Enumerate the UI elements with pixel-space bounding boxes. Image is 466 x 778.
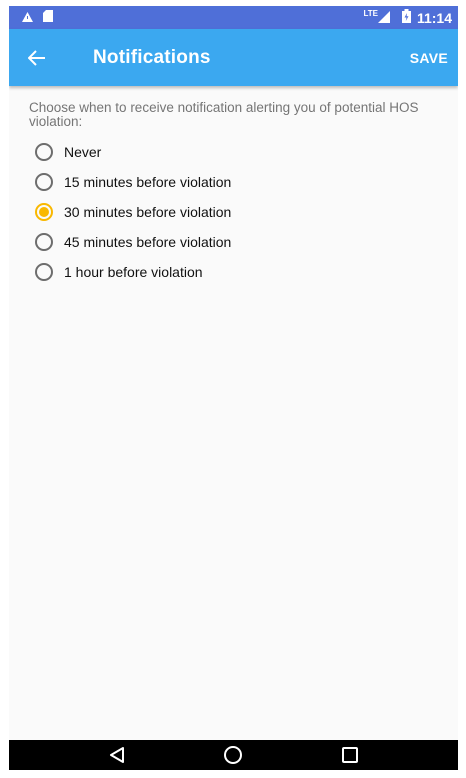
warning-icon xyxy=(22,9,33,27)
status-bar: LTE 11:14 xyxy=(9,6,458,29)
network-type: LTE xyxy=(363,9,378,18)
option-label: 30 minutes before violation xyxy=(64,204,232,220)
option-15-minutes[interactable]: 15 minutes before violation xyxy=(9,167,458,197)
page-title: Notifications xyxy=(93,46,211,68)
recents-square-icon[interactable] xyxy=(335,740,365,770)
signal-icon xyxy=(377,10,390,26)
home-circle-icon[interactable] xyxy=(218,740,248,770)
clock: 11:14 xyxy=(416,9,452,26)
radio-button[interactable] xyxy=(35,203,53,221)
radio-button[interactable] xyxy=(35,143,53,161)
option-label: 15 minutes before violation xyxy=(64,174,232,190)
back-triangle-icon[interactable] xyxy=(102,740,132,770)
option-45-minutes[interactable]: 45 minutes before violation xyxy=(9,227,458,257)
option-label: 45 minutes before violation xyxy=(64,234,232,250)
phone-screen: LTE 11:14 Notifications SAVE Choose when… xyxy=(9,6,458,770)
radio-button[interactable] xyxy=(35,173,53,191)
radio-group: Never 15 minutes before violation 30 min… xyxy=(9,137,458,287)
option-label: 1 hour before violation xyxy=(64,264,203,280)
option-1-hour[interactable]: 1 hour before violation xyxy=(9,257,458,287)
radio-button[interactable] xyxy=(35,263,53,281)
radio-button[interactable] xyxy=(35,233,53,251)
option-30-minutes[interactable]: 30 minutes before violation xyxy=(9,197,458,227)
sd-card-icon xyxy=(43,9,53,27)
back-arrow-icon[interactable] xyxy=(9,29,65,86)
save-button[interactable]: SAVE xyxy=(410,50,448,66)
navigation-bar xyxy=(9,740,458,770)
notification-settings: Choose when to receive notification aler… xyxy=(9,86,458,287)
option-label: Never xyxy=(64,144,102,160)
app-bar: Notifications SAVE xyxy=(9,29,458,86)
prompt-text: Choose when to receive notification aler… xyxy=(29,100,419,129)
battery-charging-icon xyxy=(401,9,411,26)
option-never[interactable]: Never xyxy=(9,137,458,167)
